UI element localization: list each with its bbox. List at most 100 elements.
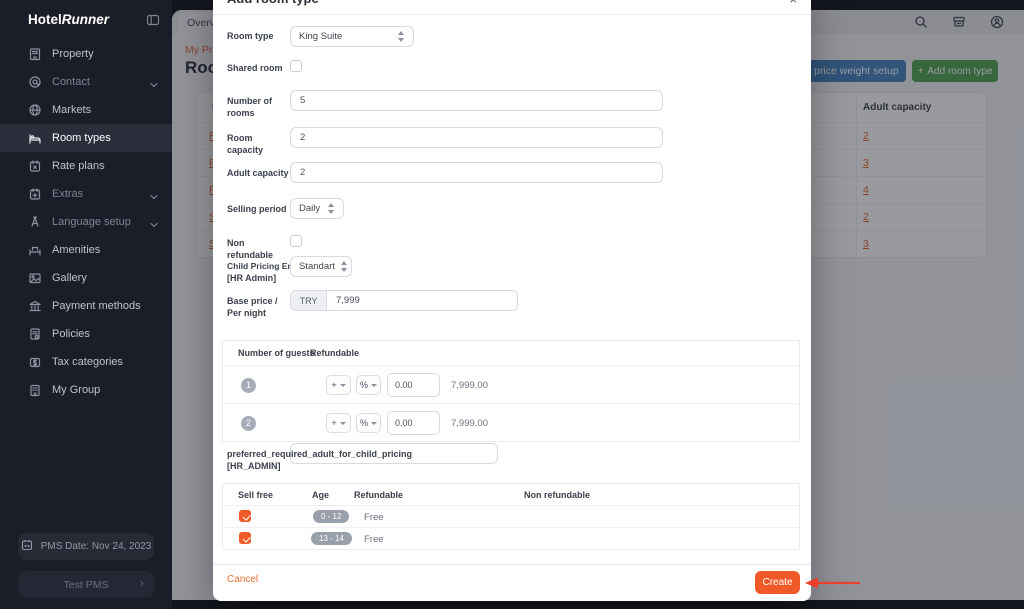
sidebar-item-amenities[interactable]: Amenities	[0, 236, 172, 264]
number-of-rooms-label: Number of rooms	[227, 95, 290, 119]
base-price-group: TRY	[290, 290, 518, 311]
shared-room-label: Shared room	[227, 62, 290, 74]
chevron-down-icon	[150, 219, 158, 225]
updown-caret-icon	[341, 261, 343, 272]
number-of-rooms-input[interactable]	[290, 90, 663, 111]
sidebar-item-label: Extras	[52, 188, 83, 200]
sidebar-item-label: Tax categories	[52, 356, 123, 368]
refundable-column-header: Refundable	[354, 490, 403, 500]
sidebar-item-extras[interactable]: Extras	[0, 180, 172, 208]
refundable-price: Free	[364, 534, 384, 545]
non-refundable-column-header: Non refundable	[524, 490, 590, 500]
refundable-column-header: Refundable	[310, 348, 359, 358]
preferred-adult-label: preferred_required_adult_for_child_prici…	[227, 448, 447, 460]
sidebar-item-contact[interactable]: Contact	[0, 68, 172, 96]
chevron-right-icon: ›	[140, 575, 144, 590]
room-type-label: Room type	[227, 30, 290, 42]
non-refundable-label: Non refundable	[227, 237, 290, 261]
non-refundable-checkbox[interactable]	[290, 235, 302, 247]
room-capacity-input[interactable]	[290, 127, 663, 148]
chevron-down-icon	[150, 191, 158, 197]
amount-input[interactable]	[387, 373, 440, 397]
unit-select[interactable]: %	[356, 413, 381, 433]
sidebar-item-room-types[interactable]: Room types	[0, 124, 172, 152]
divider	[213, 564, 811, 565]
logo-bold: Hotel	[28, 12, 62, 27]
sell-free-checkbox[interactable]	[239, 510, 251, 522]
pms-date-badge[interactable]: PMS Date: Nov 24, 2023	[18, 533, 154, 560]
age-range-badge: 0 - 12	[313, 510, 349, 523]
sidebar-item-label: Markets	[52, 104, 91, 116]
child-pricing-engine-select[interactable]: Standart	[290, 256, 352, 277]
tax-icon	[28, 355, 42, 369]
app-logo: HotelRunner	[28, 12, 109, 27]
sidebar-nav: Property Contact Markets Room types Rate…	[0, 40, 172, 404]
sidebar-item-gallery[interactable]: Gallery	[0, 264, 172, 292]
sidebar: HotelRunner Property Contact Markets Roo…	[0, 0, 172, 609]
chevron-down-icon	[340, 384, 346, 387]
sidebar-collapse-icon[interactable]	[146, 13, 160, 27]
chevron-down-icon	[371, 422, 377, 425]
guest-row: 2 + % 7,999.00	[223, 403, 799, 441]
sidebar-item-label: Amenities	[52, 244, 100, 256]
sidebar-item-payment-methods[interactable]: Payment methods	[0, 292, 172, 320]
sidebar-item-language-setup[interactable]: Language setup	[0, 208, 172, 236]
operator-select[interactable]: +	[326, 375, 351, 395]
base-price-input[interactable]	[327, 291, 517, 310]
base-price-label: Base price / Per night	[227, 295, 290, 319]
create-button[interactable]: Create	[755, 571, 800, 594]
room-type-value: King Suite	[299, 31, 342, 42]
age-column-header: Age	[312, 490, 329, 500]
close-icon[interactable]: ×	[789, 0, 797, 6]
guest-row: 1 + % 7,999.00	[223, 365, 799, 403]
calendar-icon	[21, 539, 33, 554]
sidebar-item-label: Payment methods	[52, 300, 141, 312]
at-icon	[28, 75, 42, 89]
chevron-down-icon	[371, 384, 377, 387]
calendar-icon	[28, 159, 42, 173]
sidebar-item-policies[interactable]: Policies	[0, 320, 172, 348]
sidebar-item-rate-plans[interactable]: Rate plans	[0, 152, 172, 180]
sidebar-item-label: Policies	[52, 328, 90, 340]
sidebar-item-label: My Group	[52, 384, 100, 396]
sidebar-item-tax-categories[interactable]: Tax categories	[0, 348, 172, 376]
unit-select[interactable]: %	[356, 375, 381, 395]
refundable-price: Free	[364, 512, 384, 523]
room-type-select[interactable]: King Suite	[290, 26, 414, 47]
sidebar-item-my-group[interactable]: My Group	[0, 376, 172, 404]
calendar-plus-icon	[28, 187, 42, 201]
selling-period-select[interactable]: Daily	[290, 198, 344, 219]
annotation-arrow	[802, 574, 864, 592]
sidebar-item-label: Rate plans	[52, 160, 105, 172]
operator-value: +	[331, 418, 336, 428]
sidebar-item-label: Contact	[52, 76, 90, 88]
operator-select[interactable]: +	[326, 413, 351, 433]
sidebar-item-property[interactable]: Property	[0, 40, 172, 68]
selling-period-label: Selling period	[227, 203, 290, 215]
bed-icon	[28, 131, 42, 145]
shared-room-checkbox[interactable]	[290, 60, 302, 72]
sidebar-item-label: Gallery	[52, 272, 87, 284]
guest-table-header: Number of guests Refundable	[223, 341, 799, 365]
operator-value: +	[331, 380, 336, 390]
amount-input[interactable]	[387, 411, 440, 435]
pms-date-label: PMS Date: Nov 24, 2023	[41, 541, 152, 552]
sidebar-item-markets[interactable]: Markets	[0, 96, 172, 124]
bank-icon	[28, 299, 42, 313]
computed-price: 7,999.00	[451, 380, 488, 391]
sell-free-checkbox[interactable]	[239, 532, 251, 544]
adult-capacity-input[interactable]	[290, 162, 663, 183]
selling-period-value: Daily	[299, 203, 320, 214]
cancel-button[interactable]: Cancel	[227, 574, 258, 585]
chevron-down-icon	[340, 422, 346, 425]
age-range-badge: 13 - 14	[311, 532, 352, 545]
unit-value: %	[360, 418, 368, 428]
child-pricing-engine-value: Standart	[299, 261, 335, 272]
age-table-header: Sell free Age Refundable Non refundable	[223, 484, 799, 505]
test-pms-label: Test PMS	[64, 579, 109, 591]
sell-free-column-header: Sell free	[238, 490, 273, 500]
amenities-icon	[28, 243, 42, 257]
test-pms-button[interactable]: Test PMS ›	[18, 571, 154, 598]
child-pricing-engine-label: Child Pricing Engine	[227, 260, 291, 272]
unit-value: %	[360, 380, 368, 390]
